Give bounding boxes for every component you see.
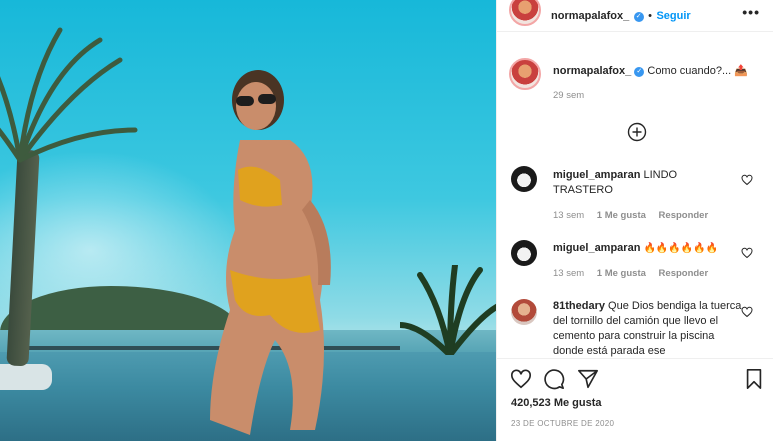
comment-icon[interactable] bbox=[543, 368, 565, 390]
comment-text: 🔥🔥🔥🔥🔥🔥 bbox=[643, 243, 719, 254]
comment-item: miguel_amparan 🔥🔥🔥🔥🔥🔥 bbox=[553, 241, 743, 256]
reply-button[interactable]: Responder bbox=[659, 268, 709, 279]
action-bar: 420,523 Me gusta 23 DE OCTUBRE DE 2020 bbox=[497, 358, 773, 441]
caption-avatar[interactable] bbox=[509, 58, 541, 90]
comment-likes[interactable]: 1 Me gusta bbox=[597, 210, 646, 221]
comment-item: 81thedary Que Dios bendiga la tuerca del… bbox=[553, 299, 743, 357]
pool-ledge bbox=[0, 364, 52, 390]
commenter-avatar[interactable] bbox=[511, 299, 537, 325]
caption-time[interactable]: 29 sem bbox=[553, 90, 584, 101]
comment-meta: 13 sem 1 Me gusta Responder bbox=[553, 210, 708, 221]
comment-likes[interactable]: 1 Me gusta bbox=[597, 268, 646, 279]
comment-heart-icon[interactable] bbox=[741, 174, 753, 186]
comment-time[interactable]: 13 sem bbox=[553, 210, 584, 221]
post-header: normapalafox_ ✓ • Seguir ••• bbox=[497, 0, 773, 32]
separator-dot: • bbox=[648, 10, 653, 22]
plus-circle-icon[interactable] bbox=[627, 122, 647, 142]
palm-leaves bbox=[0, 27, 138, 163]
comment-time[interactable]: 13 sem bbox=[553, 268, 584, 279]
reply-button[interactable]: Responder bbox=[659, 210, 709, 221]
author-username[interactable]: normapalafox_ bbox=[551, 10, 629, 22]
heart-icon[interactable] bbox=[510, 368, 532, 390]
person-silhouette bbox=[210, 70, 331, 435]
share-icon[interactable] bbox=[577, 368, 599, 390]
commenter-avatar[interactable] bbox=[511, 166, 537, 192]
caption-emoji: 📤 bbox=[734, 65, 748, 77]
likes-label: Me gusta bbox=[553, 397, 602, 409]
post-date[interactable]: 23 DE OCTUBRE DE 2020 bbox=[511, 419, 614, 428]
likes-count: 420,523 bbox=[511, 397, 551, 409]
header-line: normapalafox_ ✓ • Seguir bbox=[551, 6, 691, 24]
comment-heart-icon[interactable] bbox=[741, 306, 753, 318]
comment-heart-icon[interactable] bbox=[741, 247, 753, 259]
commenter-avatar[interactable] bbox=[511, 240, 537, 266]
caption-text: Como cuando?... bbox=[647, 65, 732, 77]
comment-username[interactable]: miguel_amparan bbox=[553, 169, 640, 181]
verified-icon: ✓ bbox=[634, 67, 645, 77]
comment-item: miguel_amparan LINDO TRASTERO bbox=[553, 168, 733, 198]
comment-username[interactable]: 81thedary bbox=[553, 300, 605, 312]
post-side-panel: normapalafox_ ✓ • Seguir ••• normapalafo… bbox=[496, 0, 773, 441]
post-photo[interactable] bbox=[0, 0, 496, 441]
comment-username[interactable]: miguel_amparan bbox=[553, 242, 640, 254]
caption: normapalafox_ ✓ Como cuando?... 📤 bbox=[553, 64, 748, 79]
more-options-icon[interactable]: ••• bbox=[742, 4, 760, 20]
likes-summary[interactable]: 420,523 Me gusta bbox=[511, 397, 602, 409]
verified-icon: ✓ bbox=[633, 12, 644, 22]
palm-bush bbox=[400, 265, 496, 355]
follow-button[interactable]: Seguir bbox=[656, 10, 690, 22]
caption-username[interactable]: normapalafox_ bbox=[553, 65, 631, 77]
comment-meta: 13 sem 1 Me gusta Responder bbox=[553, 268, 708, 279]
author-avatar[interactable] bbox=[509, 0, 541, 26]
bookmark-icon[interactable] bbox=[743, 368, 765, 390]
